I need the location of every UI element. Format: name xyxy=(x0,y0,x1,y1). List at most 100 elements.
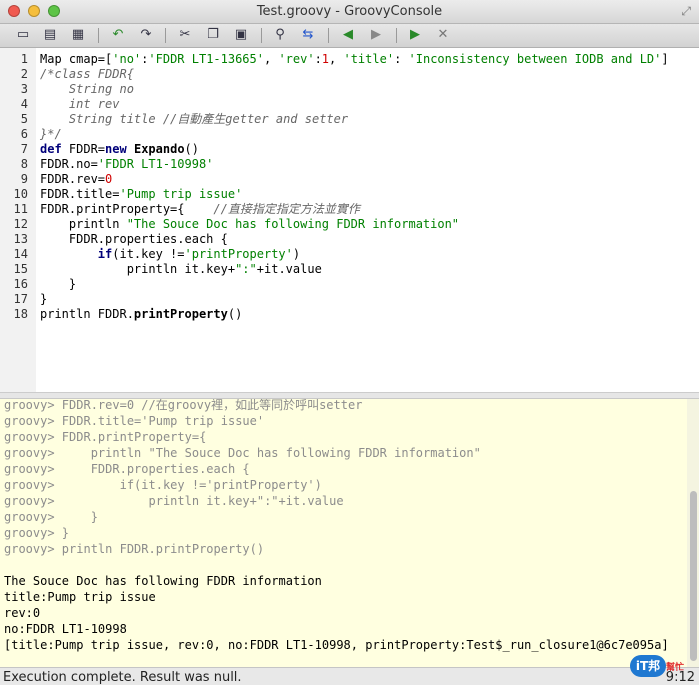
output-result-line: [title:Pump trip issue, rev:0, no:FDDR L… xyxy=(4,638,669,652)
code-line[interactable]: 1 Map cmap=['no': 'FDDR LT1-13665', 'rev':… xyxy=(0,52,669,67)
code-line[interactable]: 11 FDDR.printProperty={ //直接指定指定方法並實作 xyxy=(0,202,360,217)
code-line[interactable]: 14 if(it.key !='printProperty') xyxy=(0,247,301,262)
code-token: "The Souce Doc has following FDDR inform… xyxy=(126,217,460,231)
code-line[interactable]: 17} xyxy=(0,292,48,307)
line-number: 11 xyxy=(13,202,28,216)
code-area[interactable]: 1 Map cmap=['no': 'FDDR LT1-13665', 'rev':… xyxy=(0,52,669,322)
save-file-icon[interactable]: ▦ xyxy=(68,26,88,44)
paste-icon[interactable]: ▣ xyxy=(231,26,251,44)
replace-icon[interactable]: ⇆ xyxy=(298,26,318,44)
toolbar: ▭ ▤ ▦ ↶ ↷ ✂ ❐ ▣ ⚲ ⇆ ◀ ▶ ▶ ✕ xyxy=(0,24,699,48)
line-number: 7 xyxy=(20,142,28,156)
code-token: if xyxy=(97,247,113,261)
code-token: 'FDDR LT1-10998' xyxy=(97,157,214,171)
code-line[interactable]: 5 String title //自動產生getter and setter xyxy=(0,112,348,127)
line-number: 17 xyxy=(13,292,28,306)
output-result-line: The Souce Doc has following FDDR informa… xyxy=(4,574,322,588)
code-token: FDDR= xyxy=(61,142,106,156)
code-line[interactable]: 15 println it.key+":"+it.value xyxy=(0,262,322,277)
code-token: ":" xyxy=(235,262,257,276)
code-line[interactable]: 4 int rev xyxy=(0,97,120,112)
output-scrollbar-thumb[interactable] xyxy=(690,491,697,661)
history-previous-icon[interactable]: ◀ xyxy=(338,26,358,44)
toolbar-separator xyxy=(165,28,166,43)
line-number: 3 xyxy=(20,82,28,96)
code-token: 'Inconsistency between IODB and LD' xyxy=(408,52,662,66)
code-token: def xyxy=(40,142,62,156)
output-history-line: groovy> println "The Souce Doc has follo… xyxy=(4,446,481,460)
code-line[interactable]: 13 FDDR.properties.each { xyxy=(0,232,228,247)
output-scrollbar[interactable] xyxy=(687,399,699,667)
code-token: 'rev' xyxy=(278,52,315,66)
run-script-icon[interactable]: ▶ xyxy=(405,26,425,44)
code-token: //直接指定指定方法並實作 xyxy=(213,202,360,216)
code-token: 'no' xyxy=(112,52,142,66)
line-number: 2 xyxy=(20,67,28,81)
code-text: FDDR.no='FDDR LT1-10998' xyxy=(40,157,213,172)
code-token: +it.value xyxy=(256,262,322,276)
code-token: 1 xyxy=(321,52,330,66)
find-icon[interactable]: ⚲ xyxy=(270,26,290,44)
code-token: , xyxy=(329,52,344,66)
code-line[interactable]: 8 FDDR.no='FDDR LT1-10998' xyxy=(0,157,214,172)
toolbar-separator xyxy=(98,28,99,43)
code-line[interactable]: 3 String no xyxy=(0,82,134,97)
redo-icon[interactable]: ↷ xyxy=(136,26,156,44)
line-number: 4 xyxy=(20,97,28,111)
output-history-line: groovy> if(it.key !='printProperty') xyxy=(4,478,322,492)
code-line[interactable]: 10 FDDR.title='Pump trip issue' xyxy=(0,187,243,202)
toolbar-separator xyxy=(261,28,262,43)
code-text: def FDDR=new Expando() xyxy=(40,142,199,157)
code-token: , xyxy=(263,52,279,66)
open-file-icon[interactable]: ▤ xyxy=(40,26,60,44)
code-text: FDDR.rev=0 xyxy=(40,172,112,187)
line-number: 1 xyxy=(20,52,28,66)
code-text: FDDR.printProperty={ //直接指定指定方法並實作 xyxy=(40,202,360,217)
code-line[interactable]: 16 } xyxy=(0,277,77,292)
code-text: println "The Souce Doc has following FDD… xyxy=(40,217,459,232)
code-line[interactable]: 2 /*class FDDR{ xyxy=(0,67,134,82)
code-token: () xyxy=(184,142,199,156)
code-token: (it.key != xyxy=(112,247,185,261)
interrupt-icon[interactable]: ✕ xyxy=(433,26,453,44)
fullscreen-icon[interactable]: ⤢ xyxy=(681,4,691,19)
output-result-line: title:Pump trip issue xyxy=(4,590,156,604)
title-bar: Test.groovy - GroovyConsole ⤢ xyxy=(0,0,699,24)
code-text: String no xyxy=(40,82,134,97)
code-token: Expando xyxy=(133,142,185,156)
code-text: } xyxy=(40,277,76,292)
output-history-line: groovy> println it.key+":"+it.value xyxy=(4,494,344,508)
output-result-line: no:FDDR LT1-10998 xyxy=(4,622,127,636)
new-file-icon[interactable]: ▭ xyxy=(13,26,33,44)
undo-icon[interactable]: ↶ xyxy=(108,26,128,44)
code-line[interactable]: 12 println "The Souce Doc has following … xyxy=(0,217,460,232)
output-history-line: groovy> } xyxy=(4,510,98,524)
code-line[interactable]: 9 FDDR.rev=0 xyxy=(0,172,113,187)
code-text: } xyxy=(40,292,47,307)
code-text: println FDDR.printProperty() xyxy=(40,307,242,322)
code-text: println it.key+":"+it.value xyxy=(40,262,322,277)
line-number: 8 xyxy=(20,157,28,171)
code-line[interactable]: 6}*/ xyxy=(0,127,62,142)
code-text: int rev xyxy=(40,97,120,112)
code-token: 'title' xyxy=(343,52,395,66)
code-token: println FDDR. xyxy=(40,307,134,321)
code-line[interactable]: 18 println FDDR.printProperty() xyxy=(0,307,243,322)
code-text: FDDR.title='Pump trip issue' xyxy=(40,187,242,202)
cut-icon[interactable]: ✂ xyxy=(175,26,195,44)
code-line[interactable]: 7 def FDDR=new Expando() xyxy=(0,142,199,157)
code-token: 'printProperty' xyxy=(184,247,293,261)
code-token: String no xyxy=(40,82,134,96)
output-history-line: groovy> FDDR.rev=0 //在groovy裡，如此等同於呼叫set… xyxy=(4,399,363,412)
code-token: new xyxy=(105,142,127,156)
copy-icon[interactable]: ❐ xyxy=(203,26,223,44)
line-number: 15 xyxy=(13,262,28,276)
status-bar: Execution complete. Result was null. 9:1… xyxy=(0,667,699,685)
ithome-logo-sub: 幫忙 xyxy=(666,663,685,673)
history-next-icon[interactable]: ▶ xyxy=(366,26,386,44)
code-text: /*class FDDR{ xyxy=(40,67,134,82)
script-editor[interactable]: 1 Map cmap=['no': 'FDDR LT1-13665', 'rev':… xyxy=(0,48,699,393)
code-text: if(it.key !='printProperty') xyxy=(40,247,300,262)
